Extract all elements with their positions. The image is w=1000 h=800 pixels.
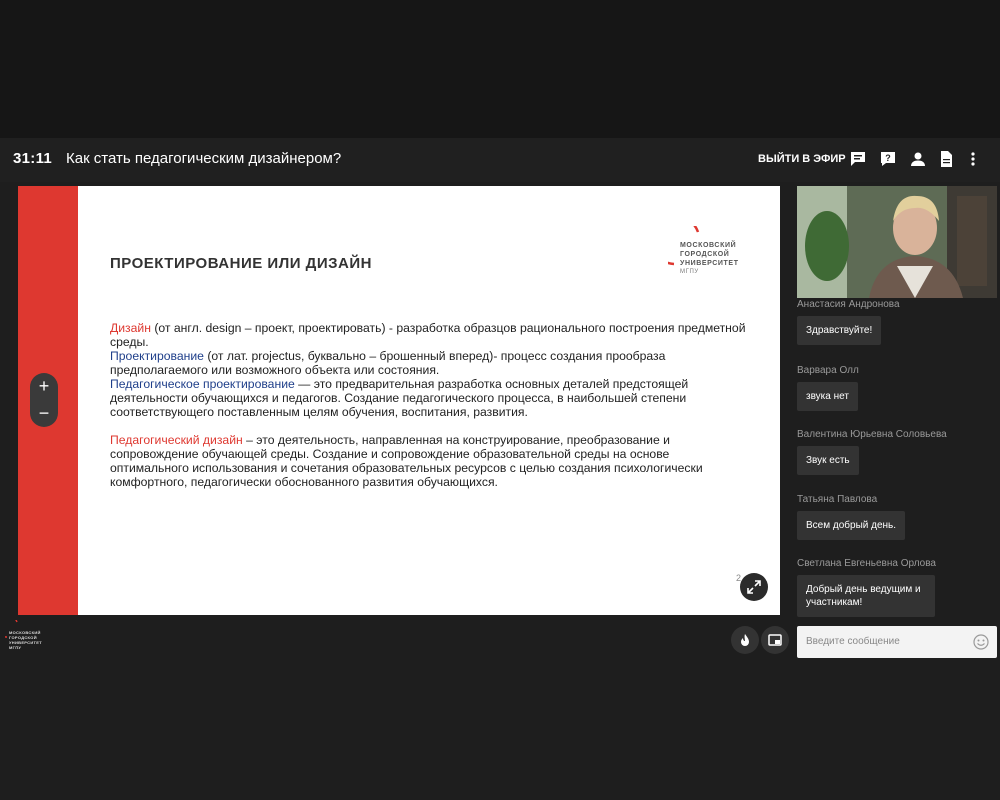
chat-message: Светлана Евгеньевна Орлова Добрый день в… — [797, 558, 937, 617]
fullscreen-button[interactable] — [740, 573, 768, 601]
logo-line-1: МОСКОВСКИЙ — [680, 242, 737, 249]
chat-icon[interactable] — [849, 150, 867, 168]
flame-icon — [741, 634, 749, 646]
slide-body: Дизайн (от англ. design – проект, проект… — [110, 321, 750, 489]
chat-message: Татьяна Павлова Всем добрый день. — [797, 494, 906, 540]
chat-bubble: Добрый день ведущим и участникам! — [797, 575, 935, 617]
logo-sub: МГПУ — [680, 269, 699, 275]
document-icon[interactable] — [937, 150, 955, 168]
definition-pedagogical-projecting: Педагогическое проектирование — это пред… — [110, 377, 689, 419]
chat-author: Анастасия Андронова — [797, 299, 900, 310]
svg-text:?: ? — [885, 153, 891, 163]
chat-author: Валентина Юрьевна Соловьева — [797, 429, 947, 440]
chat-author: Варвара Олл — [797, 365, 859, 376]
reaction-button[interactable] — [731, 626, 759, 654]
go-live-button[interactable]: ВЫЙТИ В ЭФИР — [758, 153, 846, 165]
chat-input[interactable]: Введите сообщение — [797, 626, 997, 658]
chat-bubble: звука нет — [797, 382, 858, 411]
definition-pedagogical-design: Педагогический дизайн – это деятельность… — [110, 433, 703, 489]
expand-icon — [747, 580, 761, 594]
help-icon[interactable]: ? — [879, 150, 897, 168]
person-icon[interactable] — [909, 150, 927, 168]
chat-input-placeholder: Введите сообщение — [806, 636, 900, 647]
zoom-out-button[interactable]: − — [30, 400, 58, 427]
presentation-slide: ПРОЕКТИРОВАНИЕ ИЛИ ДИЗАЙН МОСКОВСКИЙ ГОР… — [18, 186, 780, 615]
picture-in-picture-button[interactable] — [761, 626, 789, 654]
chat-author: Светлана Евгеньевна Орлова — [797, 558, 936, 569]
speaker-video[interactable] — [797, 186, 997, 298]
more-vertical-icon[interactable] — [964, 150, 982, 168]
chat-bubble: Всем добрый день. — [797, 511, 906, 540]
zoom-in-button[interactable]: + — [30, 373, 58, 400]
chat-message: Валентина Юрьевна Соловьева Звук есть — [797, 429, 947, 475]
bottom-logo-line-4: МГПУ — [9, 645, 22, 650]
slide-title: ПРОЕКТИРОВАНИЕ ИЛИ ДИЗАЙН — [110, 255, 372, 272]
bottom-university-logo: МОСКОВСКИЙ ГОРОДСКОЙ УНИВЕРСИТЕТ МГПУ — [5, 620, 55, 650]
chat-author: Татьяна Павлова — [797, 494, 878, 505]
chat-message: Варвара Олл звука нет — [797, 365, 859, 411]
chat-bubble: Здравствуйте! — [797, 316, 882, 345]
zoom-control: + − — [30, 373, 58, 427]
university-logo: МОСКОВСКИЙ ГОРОДСКОЙ УНИВЕРСИТЕТ МГПУ — [668, 226, 758, 281]
emoji-icon[interactable] — [973, 634, 989, 650]
logo-line-2: ГОРОДСКОЙ — [680, 251, 730, 258]
chat-message: Анастасия Андронова Здравствуйте! — [797, 299, 900, 345]
pip-icon — [768, 634, 782, 646]
logo-line-3: УНИВЕРСИТЕТ — [680, 260, 739, 267]
page-title: Как стать педагогическим дизайнером? — [66, 150, 342, 167]
top-bar: 31:11 Как стать педагогическим дизайнеро… — [0, 138, 1000, 182]
definition-projecting: Проектирование (от лат. projectus, буква… — [110, 349, 666, 377]
broadcast-timer: 31:11 — [13, 150, 53, 167]
speaker-video-frame — [797, 186, 997, 298]
definition-design: Дизайн (от англ. design – проект, проект… — [110, 321, 746, 349]
chat-bubble: Звук есть — [797, 446, 859, 475]
